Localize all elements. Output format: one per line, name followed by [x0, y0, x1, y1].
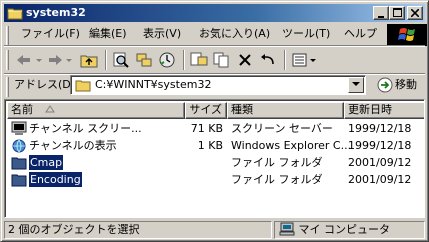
close-icon	[410, 8, 420, 18]
chevron-down-icon	[352, 82, 360, 86]
address-dropdown-button[interactable]	[348, 77, 364, 93]
address-grip[interactable]	[6, 77, 9, 97]
file-name: チャンネルの表示	[29, 139, 117, 152]
column-header-type[interactable]: 種類	[227, 102, 344, 119]
screensaver-icon	[11, 121, 27, 135]
folders-button[interactable]	[133, 50, 155, 70]
up-folder-button[interactable]	[78, 50, 100, 70]
file-name: チャンネル スクリー...	[29, 122, 142, 135]
file-name: Encoding	[29, 172, 82, 187]
menu-file[interactable]: ファイル(F)	[21, 26, 80, 42]
minimize-button[interactable]	[373, 6, 389, 20]
status-bar: 2 個のオブジェクトを選択 マイ コンピュータ	[4, 220, 425, 239]
folder-icon	[11, 174, 27, 187]
status-location: マイ コンピュータ	[274, 221, 425, 239]
title-bar[interactable]: system32	[4, 4, 425, 22]
file-list[interactable]: 名前 サイズ 種類 更新日時 チャンネル スクリー... 71 KB スクリーン…	[4, 99, 425, 218]
file-row[interactable]: チャンネル スクリー... 71 KB スクリーン セーバー 1999/12/1…	[7, 120, 424, 137]
folders-icon	[136, 53, 152, 67]
history-button[interactable]	[156, 50, 178, 70]
forward-arrow-icon	[49, 55, 72, 65]
delete-button[interactable]	[234, 50, 256, 70]
copy-to-icon	[213, 52, 229, 68]
file-modified: 1999/12/18	[348, 122, 412, 135]
views-icon	[292, 53, 316, 67]
status-location-label: マイ コンピュータ	[298, 223, 391, 236]
address-path: C:¥WINNT¥system32	[95, 78, 212, 91]
toolbar-separator	[105, 50, 107, 70]
maximize-icon	[392, 8, 402, 17]
file-type: ファイル フォルダ	[231, 156, 323, 169]
undo-button[interactable]	[257, 50, 279, 70]
file-row[interactable]: Encoding ファイル フォルダ 2001/09/12	[7, 171, 424, 188]
file-type: Windows Explorer C...	[231, 139, 352, 152]
move-to-icon	[190, 52, 208, 66]
delete-icon	[239, 54, 251, 66]
my-computer-icon	[279, 222, 295, 236]
views-button[interactable]	[289, 50, 321, 70]
address-bar: アドレス(D) C:¥WINNT¥system32 移動	[4, 74, 425, 97]
copy-to-button[interactable]	[211, 50, 233, 70]
column-header-name[interactable]: 名前	[7, 102, 185, 119]
status-selection: 2 個のオブジェクトを選択	[4, 221, 272, 239]
file-name: Cmap	[29, 155, 64, 170]
column-header-size[interactable]: サイズ	[185, 102, 227, 119]
standard-toolbar	[4, 47, 425, 73]
history-icon	[159, 52, 175, 68]
move-to-button[interactable]	[188, 50, 210, 70]
minimize-icon	[378, 16, 384, 18]
menu-edit[interactable]: 編集(E)	[89, 26, 127, 42]
menu-tools[interactable]: ツール(T)	[282, 26, 330, 42]
go-label: 移動	[395, 78, 417, 91]
undo-icon	[261, 54, 274, 65]
folder-icon	[11, 157, 27, 170]
explorer-window: system32 ファイル(F) 編集(E) 表示(V) お気に入り(A) ツー…	[0, 0, 429, 242]
maximize-button[interactable]	[389, 6, 405, 20]
toolbar-grip[interactable]	[6, 50, 9, 70]
folder-icon	[75, 80, 91, 92]
menu-bar: ファイル(F) 編集(E) 表示(V) お気に入り(A) ツール(T) ヘルプ	[4, 23, 427, 46]
menu-view[interactable]: 表示(V)	[143, 26, 181, 42]
back-arrow-icon	[17, 55, 42, 65]
menu-help[interactable]: ヘルプ	[344, 26, 384, 42]
toolbar-separator	[284, 50, 286, 70]
up-folder-icon	[80, 55, 98, 68]
file-size: 71 KB	[190, 122, 223, 135]
forward-button[interactable]	[45, 50, 75, 70]
sort-ascending-icon	[44, 105, 55, 113]
address-input[interactable]: C:¥WINNT¥system32	[70, 75, 366, 95]
file-row[interactable]: Cmap ファイル フォルダ 2001/09/12	[7, 154, 424, 171]
go-arrow-icon	[377, 77, 393, 93]
column-header-modified[interactable]: 更新日時	[344, 102, 424, 119]
window-title: system32	[26, 6, 86, 19]
search-icon	[113, 52, 129, 68]
file-modified: 1999/12/18	[348, 139, 412, 152]
go-button[interactable]: 移動	[377, 76, 423, 94]
toolbar-separator	[183, 50, 185, 70]
explorer-command-icon	[12, 139, 26, 153]
folder-icon	[7, 8, 23, 20]
file-type: スクリーン セーバー	[231, 122, 333, 135]
search-button[interactable]	[110, 50, 132, 70]
address-label: アドレス(D)	[14, 78, 76, 91]
file-row[interactable]: チャンネルの表示 1 KB Windows Explorer C... 1999…	[7, 137, 424, 154]
windows-flag-icon	[398, 28, 415, 41]
file-modified: 2001/09/12	[348, 173, 412, 186]
back-button[interactable]	[14, 50, 44, 70]
file-type: ファイル フォルダ	[231, 173, 323, 186]
close-button[interactable]	[407, 6, 423, 20]
menu-grip[interactable]	[6, 26, 9, 46]
file-modified: 2001/09/12	[348, 156, 412, 169]
menu-favorites[interactable]: お気に入り(A)	[199, 26, 270, 42]
file-size: 1 KB	[197, 139, 223, 152]
windows-logo	[387, 24, 427, 46]
column-name-label: 名前	[11, 103, 33, 116]
